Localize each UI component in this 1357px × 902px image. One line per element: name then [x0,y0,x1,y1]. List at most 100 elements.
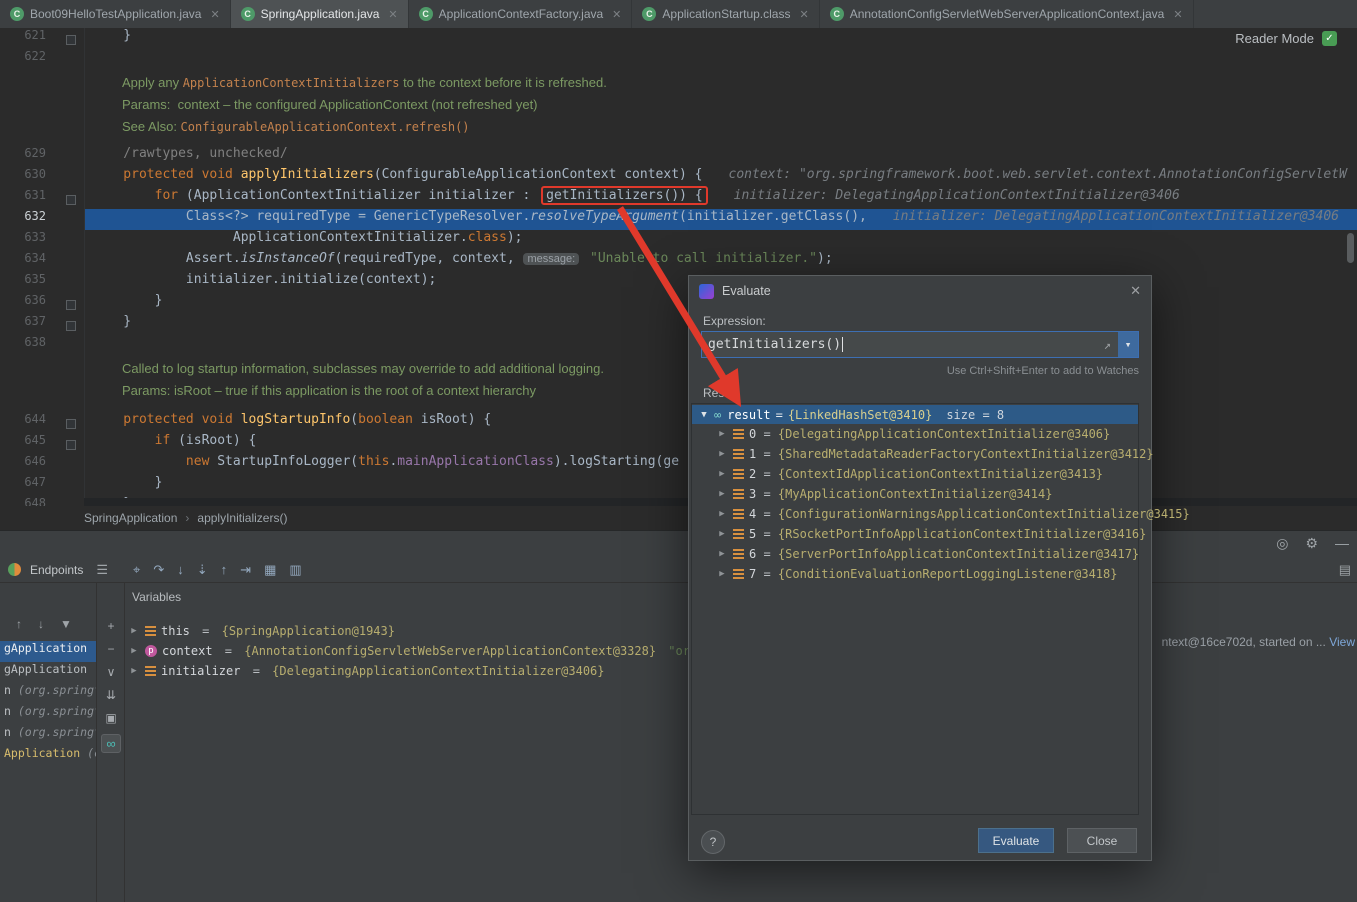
help-button[interactable]: ? [701,830,725,854]
endpoints-tab-label[interactable]: Endpoints [30,563,83,577]
stack-frame-row[interactable]: gApplication (or [0,662,96,683]
line-number: 645 [24,433,46,447]
table-view-icon[interactable]: ▦ [264,562,276,578]
result-child-row[interactable]: ▶ 6 = {ServerPortInfoApplicationContextIn… [692,544,1139,564]
chevron-collapsed-icon[interactable]: ▶ [128,626,140,636]
expression-value: getInitializers() [708,337,842,352]
gear-icon[interactable]: ⚙ [1305,535,1318,552]
frame-name: Application [4,746,81,760]
duplicate-icon[interactable]: ▣ [105,711,116,725]
chevron-collapsed-icon[interactable]: ▶ [716,429,728,439]
show-execution-point-icon[interactable]: ⌖ [133,562,140,578]
history-dropdown-button[interactable]: ▾ [1118,332,1138,357]
chevron-down-icon[interactable]: ∨ [107,665,116,679]
child-index: 4 [749,507,757,521]
stack-frame-row[interactable]: n (org.springfra. [0,725,96,746]
code-line: 629 /rawtypes, unchecked/ [0,146,1357,167]
code-segment: ApplicationContextInitializers [182,76,400,90]
code-segment: message: [523,253,580,265]
expand-icon[interactable]: ↗ [1097,338,1118,352]
editor-scrollbar-thumb[interactable] [1347,233,1354,263]
result-row[interactable]: ▼ ∞ result = {LinkedHashSet@3410} size =… [692,405,1138,424]
stack-frame-row[interactable]: n (org.springfram [0,683,96,704]
fold-marker[interactable] [66,321,76,331]
close-button[interactable]: Close [1067,828,1137,853]
editor-tab[interactable]: C Boot09HelloTestApplication.java ✕ [0,0,231,28]
target-icon[interactable]: ◎ [1276,535,1288,552]
fold-marker[interactable] [66,419,76,429]
editor-tab[interactable]: C SpringApplication.java ✕ [230,0,409,28]
dialog-titlebar[interactable]: Evaluate ✕ [689,276,1151,306]
result-child-row[interactable]: ▶ 4 = {ConfigurationWarningsApplicationCo… [692,504,1189,524]
fold-marker[interactable] [66,195,76,205]
next-frame-icon[interactable]: ↓ [38,617,44,631]
chevron-collapsed-icon[interactable]: ▶ [716,489,728,499]
tab-close-icon[interactable]: ✕ [1173,8,1182,21]
layout-columns-icon[interactable]: ▥ [289,562,301,578]
tab-close-icon[interactable]: ✕ [799,8,808,21]
step-into-icon[interactable]: ↓ [177,562,184,578]
result-child-row[interactable]: ▶ 2 = {ContextIdApplicationContextInitial… [692,464,1138,484]
result-child-row[interactable]: ▶ 7 = {ConditionEvaluationReportLoggingLi… [692,564,1138,584]
line-number: 644 [24,412,46,426]
result-child-row[interactable]: ▶ 3 = {MyApplicationContextInitializer@34… [692,484,1138,504]
chevron-collapsed-icon[interactable]: ▶ [716,469,728,479]
fold-marker[interactable] [66,440,76,450]
code-segment: Class<?> requiredType = GenericTypeResol… [92,209,531,224]
result-label: Result: [703,386,741,400]
console-view-link[interactable]: View [1329,635,1355,649]
watches-infinity-icon[interactable]: ∞ [101,734,121,753]
stack-frame-row[interactable]: Application (com [0,746,96,767]
add-icon[interactable]: + [107,619,114,633]
chevron-expanded-icon[interactable]: ▼ [698,410,710,420]
result-value: {LinkedHashSet@3410} [787,407,933,422]
reader-mode-check-icon[interactable]: ✓ [1322,31,1337,46]
hide-panel-icon[interactable]: — [1335,535,1349,552]
code-segment: ); [506,230,523,245]
fold-marker[interactable] [66,300,76,310]
step-out-icon[interactable]: ↑ [221,562,228,578]
filter-icon[interactable]: ▼ [60,617,72,631]
previous-frame-icon[interactable]: ↑ [16,617,22,631]
editor-tab[interactable]: C AnnotationConfigServletWebServerApplica… [820,0,1194,28]
tab-close-icon[interactable]: ✕ [388,8,397,21]
breadcrumb-method[interactable]: applyInitializers() [197,511,287,525]
run-to-cursor-icon[interactable]: ⇥ [240,562,251,578]
reader-mode-label[interactable]: Reader Mode [1235,31,1314,46]
code-text: } [92,28,131,43]
layout-settings-icon[interactable]: ▤ [1339,562,1351,578]
chevron-collapsed-icon[interactable]: ▶ [716,529,728,539]
hamburger-menu-icon[interactable]: ☰ [96,562,108,578]
step-over-icon[interactable]: ↷ [153,562,164,578]
result-child-row[interactable]: ▶ 1 = {SharedMetadataReaderFactoryContext… [692,444,1153,464]
chevron-collapsed-icon[interactable]: ▶ [716,569,728,579]
reader-mode-indicator[interactable]: Reader Mode ✓ [1235,31,1337,46]
chevron-collapsed-icon[interactable]: ▶ [716,509,728,519]
chevron-collapsed-icon[interactable]: ▶ [716,449,728,459]
remove-icon[interactable]: − [107,642,114,656]
chevron-collapsed-icon[interactable]: ▶ [128,646,140,656]
chevron-collapsed-icon[interactable]: ▶ [128,666,140,676]
tab-close-icon[interactable]: ✕ [210,8,219,21]
chevron-collapsed-icon[interactable]: ▶ [716,549,728,559]
endpoints-icon[interactable] [8,563,21,576]
value-icon [733,469,744,479]
code-line: 635 initializer.initialize(context); [0,272,1357,293]
evaluate-button[interactable]: Evaluate [978,828,1054,853]
close-icon[interactable]: ✕ [1130,283,1141,299]
result-child-row[interactable]: ▶ 0 = {DelegatingApplicationContextInitia… [692,424,1138,444]
expression-input[interactable]: getInitializers() ↗ ▾ [701,331,1139,358]
tab-close-icon[interactable]: ✕ [612,8,621,21]
breadcrumb-class[interactable]: SpringApplication [84,511,177,525]
result-child-row[interactable]: ▶ 5 = {RSocketPortInfoApplicationContextI… [692,524,1146,544]
code-segment: } [92,314,132,329]
double-chevron-down-icon[interactable]: ⇊ [106,688,116,702]
stack-frame-row[interactable]: n (org.springfra. [0,704,96,725]
code-segment: resolveTypeArgument [530,209,680,224]
code-editor[interactable]: 621 } 622 Apply any ApplicationContextInit… [0,28,1357,506]
stack-frame-row[interactable]: gApplication (or [0,641,96,662]
fold-marker[interactable] [66,35,76,45]
force-step-into-icon[interactable]: ⇣ [197,562,208,578]
editor-tab[interactable]: C ApplicationStartup.class ✕ [632,0,820,28]
editor-tab[interactable]: C ApplicationContextFactory.java ✕ [409,0,633,28]
